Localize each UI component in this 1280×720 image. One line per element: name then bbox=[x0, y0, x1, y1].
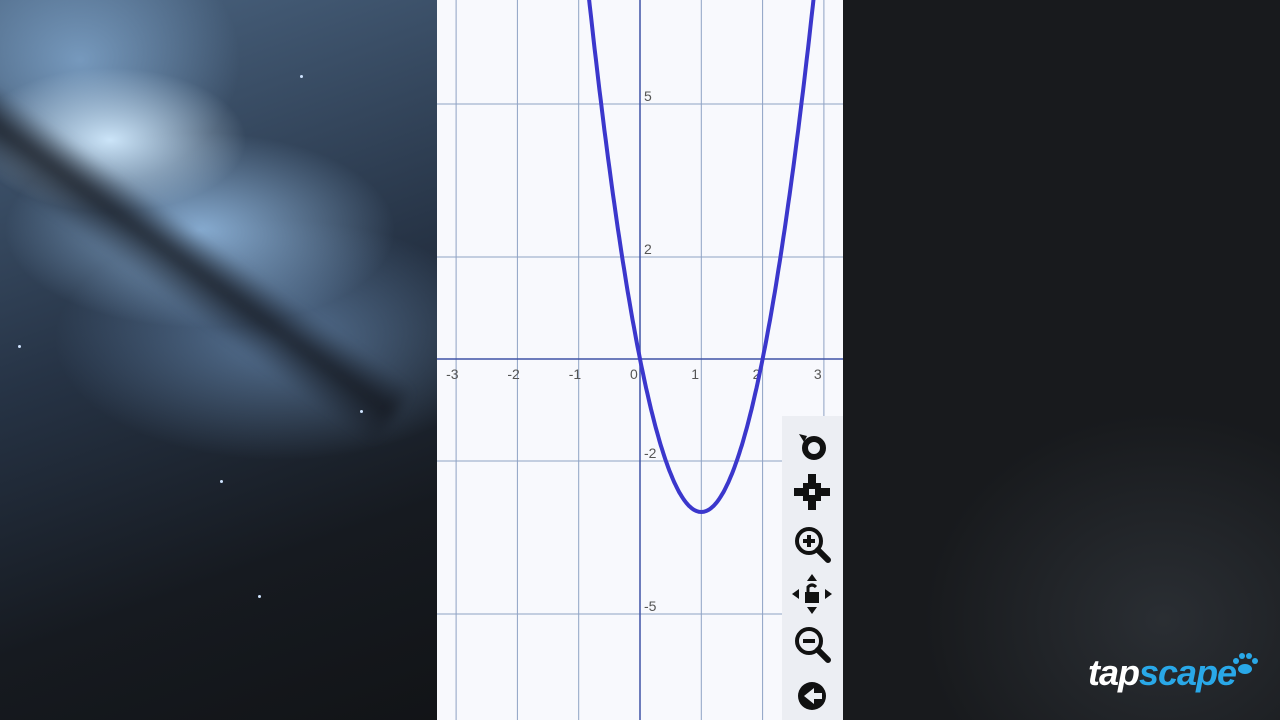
background-dark-right bbox=[843, 0, 1280, 720]
back-icon[interactable] bbox=[790, 674, 834, 718]
x-tick-label: -3 bbox=[446, 366, 459, 382]
galaxy-dust-lane bbox=[0, 60, 414, 446]
y-tick-label: 5 bbox=[644, 88, 652, 104]
x-tick-label: 3 bbox=[814, 366, 822, 382]
background-galaxy-left bbox=[0, 0, 437, 720]
tapscape-logo: tapscape bbox=[1088, 652, 1237, 694]
star bbox=[300, 75, 303, 78]
x-tick-label: 0 bbox=[630, 366, 638, 382]
graph-toolbar bbox=[782, 416, 843, 720]
y-tick-label: -2 bbox=[644, 445, 657, 461]
paw-icon bbox=[1233, 653, 1258, 674]
star bbox=[258, 595, 261, 598]
star bbox=[360, 410, 363, 413]
x-tick-label: -1 bbox=[569, 366, 582, 382]
star bbox=[18, 345, 21, 348]
center-icon[interactable] bbox=[790, 470, 834, 514]
x-tick-label: 1 bbox=[691, 366, 699, 382]
star bbox=[220, 480, 223, 483]
zoom-in-icon[interactable] bbox=[790, 522, 834, 566]
y-tick-label: -5 bbox=[644, 598, 657, 614]
pan-lock-icon[interactable] bbox=[790, 572, 834, 616]
brand-suffix: scape bbox=[1139, 652, 1237, 693]
zoom-out-icon[interactable] bbox=[790, 622, 834, 666]
x-tick-label: -2 bbox=[507, 366, 520, 382]
y-tick-label: 2 bbox=[644, 241, 652, 257]
trace-icon[interactable] bbox=[790, 422, 834, 466]
brand-prefix: tap bbox=[1088, 652, 1140, 693]
